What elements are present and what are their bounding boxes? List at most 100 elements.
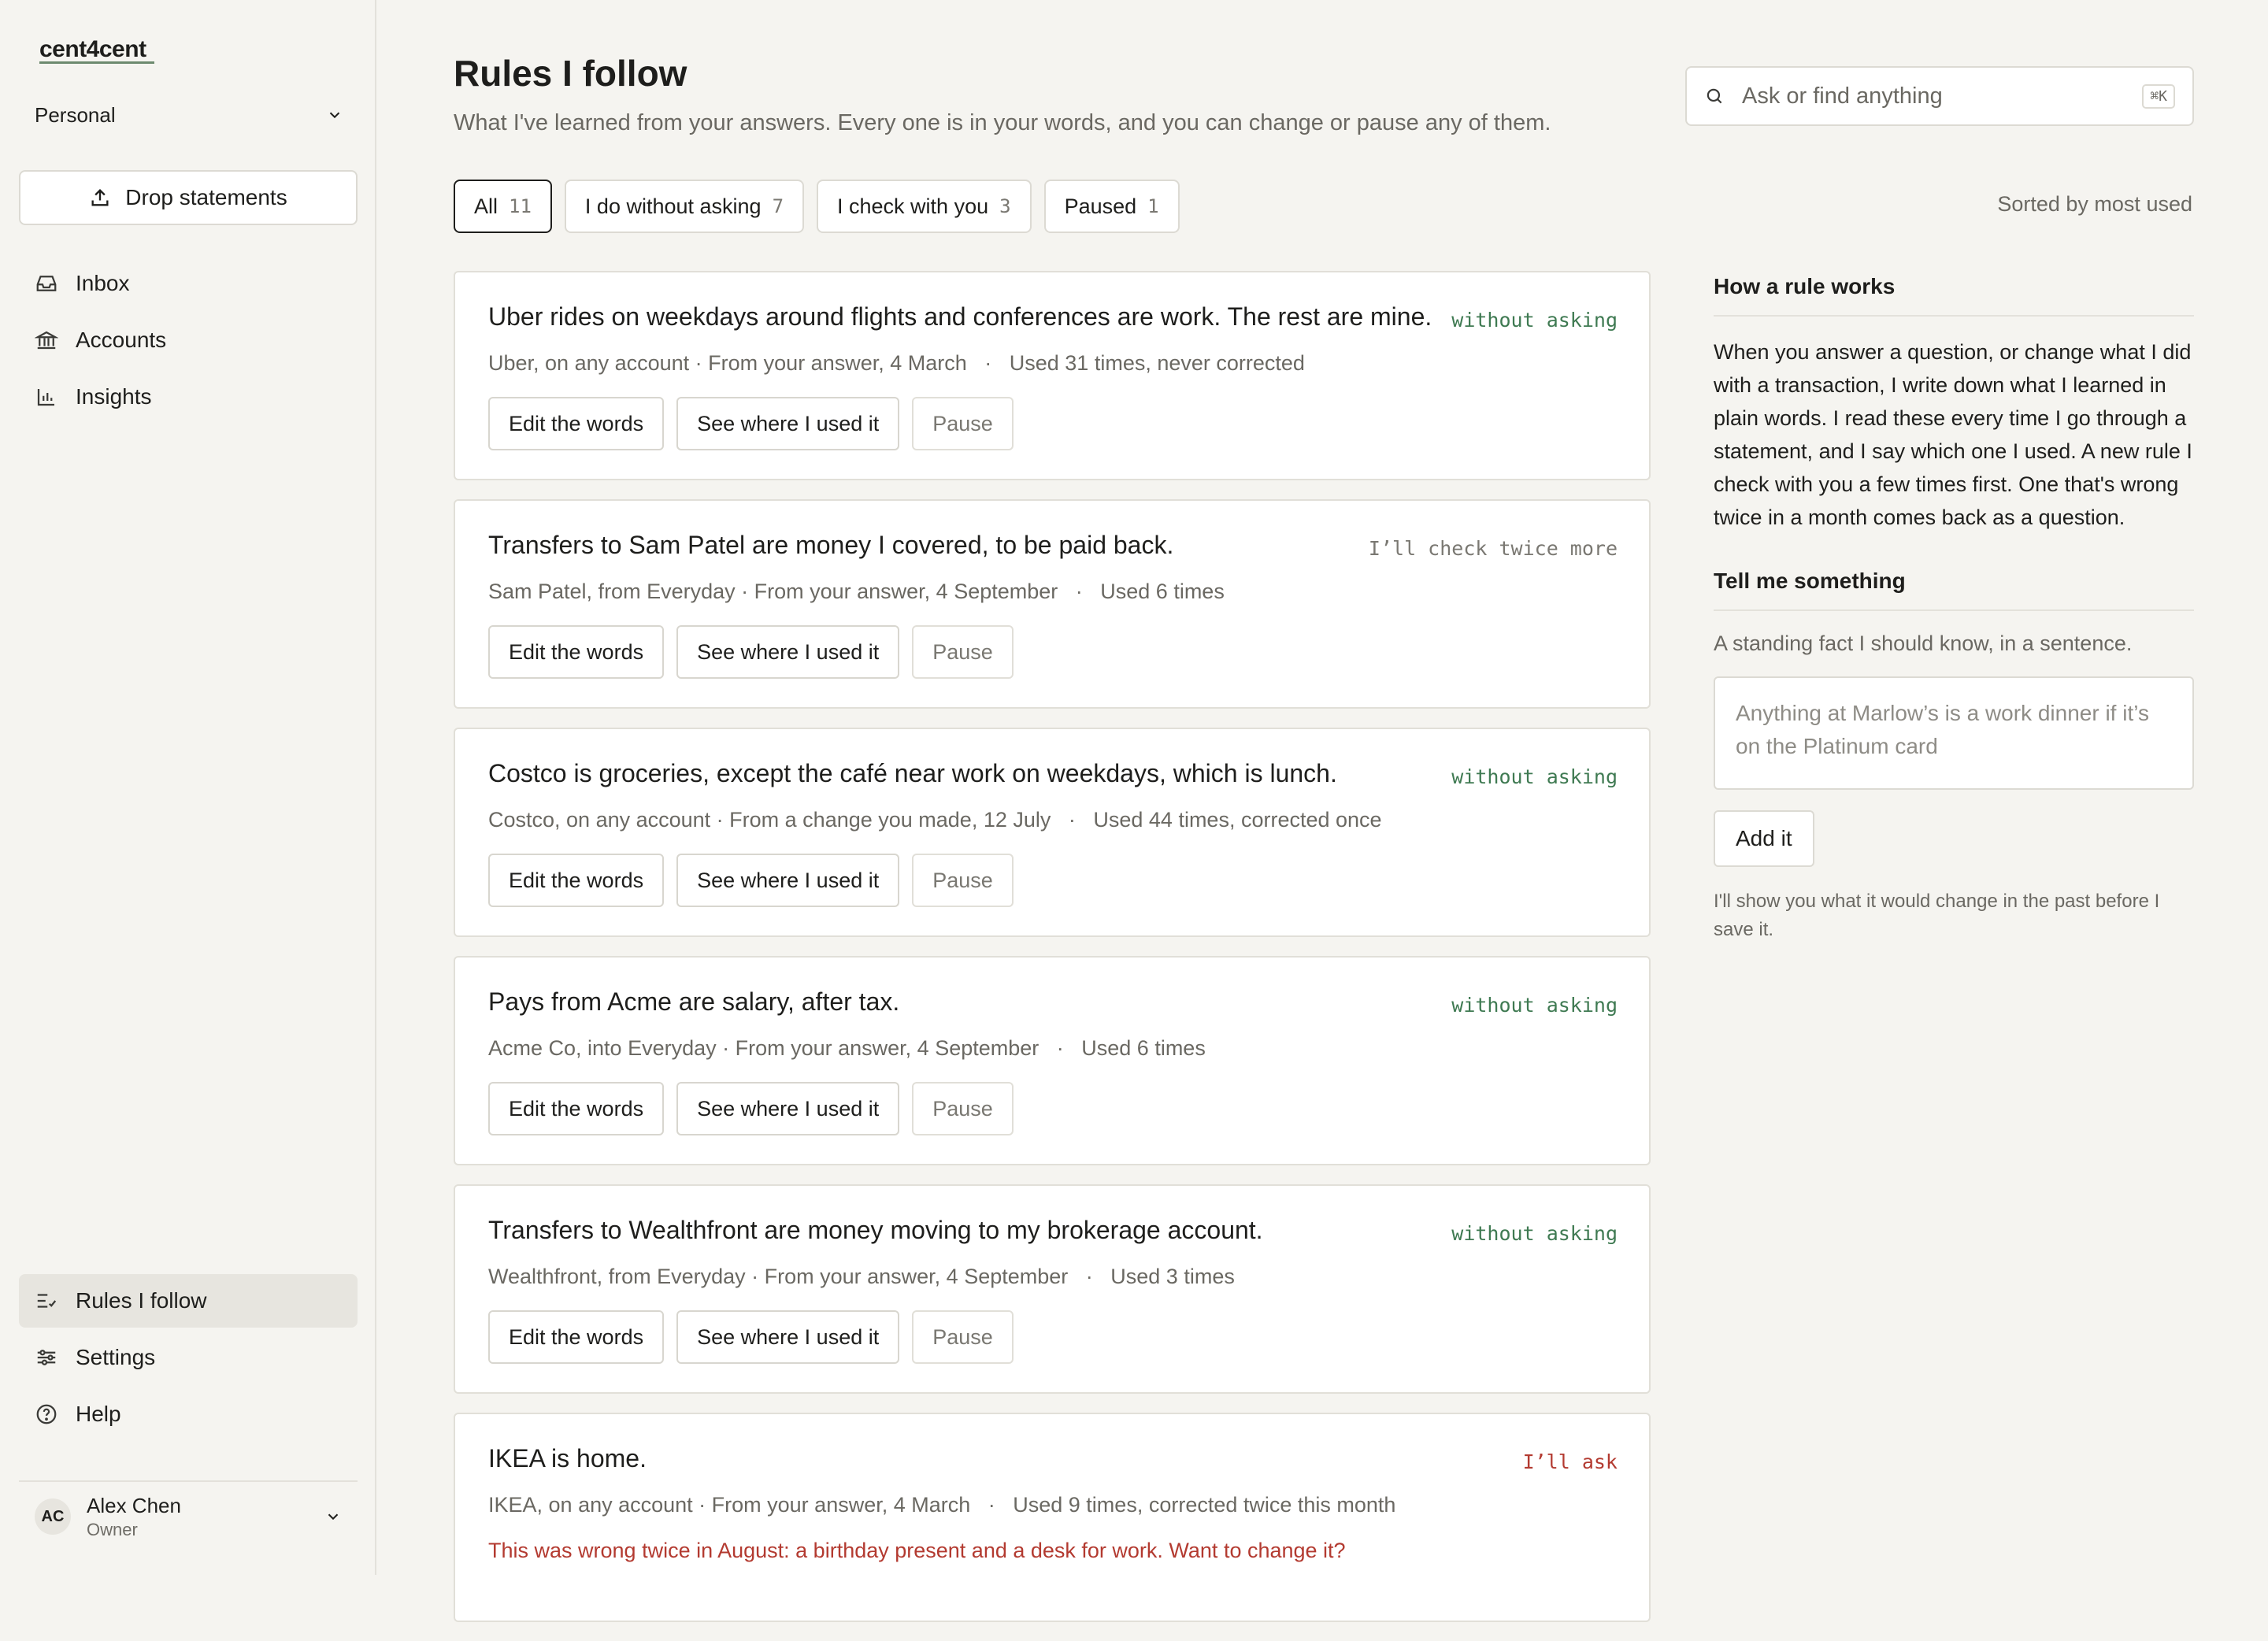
rules-list: Uber rides on weekdays around flights an… xyxy=(454,271,1651,1641)
see-usage-button[interactable]: See where I used it xyxy=(676,625,900,679)
rule-status: without asking xyxy=(1451,1222,1618,1245)
filter-label: Paused xyxy=(1064,194,1137,218)
nav-secondary: Rules I follow Settings Help xyxy=(19,1274,358,1444)
filter-without-asking[interactable]: I do without asking 7 xyxy=(564,180,805,233)
pause-button[interactable]: Pause xyxy=(912,854,1014,907)
rule-title: Costco is groceries, except the café nea… xyxy=(488,759,1337,787)
user-menu[interactable]: AC Alex Chen Owner xyxy=(19,1480,358,1543)
panel-heading-how: How a rule works xyxy=(1714,271,2194,317)
sliders-icon xyxy=(37,1350,56,1365)
edit-words-button[interactable]: Edit the words xyxy=(488,854,665,907)
rule-card: Pays from Acme are salary, after tax. wi… xyxy=(454,956,1651,1165)
rule-meta: IKEA, on any account · From your answer,… xyxy=(488,1493,1396,1517)
sort-indicator[interactable]: Sorted by most used xyxy=(1997,192,2192,217)
sidebar-item-rules[interactable]: Rules I follow xyxy=(19,1274,358,1328)
rule-actions: Edit the words See where I used it Pause xyxy=(488,625,1014,679)
rule-title: Uber rides on weekdays around flights an… xyxy=(488,302,1432,331)
drop-statements-label: Drop statements xyxy=(125,185,287,209)
panel-note: I'll show you what it would change in th… xyxy=(1714,891,2160,940)
rule-title: Transfers to Sam Patel are money I cover… xyxy=(488,531,1174,559)
filter-all[interactable]: All 11 xyxy=(454,180,552,233)
rule-title: Transfers to Wealthfront are money movin… xyxy=(488,1216,1263,1244)
rule-actions: Edit the words See where I used it Pause xyxy=(488,1082,1014,1135)
filter-label: All xyxy=(474,194,498,218)
sidebar-item-inbox[interactable]: Inbox xyxy=(19,257,358,310)
add-fact-button[interactable]: Add it xyxy=(1714,810,1814,867)
chevron-down-icon xyxy=(329,112,340,119)
pause-button[interactable]: Pause xyxy=(912,397,1014,450)
edit-words-button[interactable]: Edit the words xyxy=(488,1082,665,1135)
filter-paused[interactable]: Paused 1 xyxy=(1043,180,1180,233)
upload-icon xyxy=(91,189,109,206)
filter-label: I do without asking xyxy=(584,194,762,218)
rule-card: Uber rides on weekdays around flights an… xyxy=(454,271,1651,480)
filter-label: I check with you xyxy=(837,194,989,218)
fact-input[interactable] xyxy=(1734,695,2177,774)
sidebar-item-label: Accounts xyxy=(76,328,167,352)
pause-button[interactable]: Pause xyxy=(912,1082,1014,1135)
rule-status: without asking xyxy=(1451,765,1618,788)
pause-button[interactable]: Pause xyxy=(912,1310,1014,1364)
help-icon xyxy=(36,1404,57,1424)
rule-card: Costco is groceries, except the café nea… xyxy=(454,728,1651,937)
filter-count: 1 xyxy=(1147,195,1159,217)
drop-statements-button[interactable]: Drop statements xyxy=(19,170,358,225)
filter-check-with-you[interactable]: I check with you 3 xyxy=(817,180,1032,233)
panel-tell-hint: A standing fact I should know, in a sent… xyxy=(1714,632,2133,655)
sidebar: cent4cent Personal Drop statements Inbox… xyxy=(0,0,376,1575)
panel-heading-tell: Tell me something xyxy=(1714,565,2194,611)
shortcut-hint: ⌘K xyxy=(2142,83,2175,109)
logo-underline xyxy=(39,61,154,64)
chevron-down-icon xyxy=(328,1513,339,1521)
rule-meta: Acme Co, into Everyday · From your answe… xyxy=(488,1036,1206,1060)
rules-icon xyxy=(37,1294,57,1308)
sidebar-item-help[interactable]: Help xyxy=(19,1387,358,1441)
sidebar-item-settings[interactable]: Settings xyxy=(19,1331,358,1384)
rule-card: IKEA is home. I’ll ask IKEA, on any acco… xyxy=(454,1413,1651,1622)
workspace-switcher[interactable]: Personal xyxy=(35,98,343,132)
search-input[interactable] xyxy=(1740,82,2127,110)
sidebar-item-label: Insights xyxy=(76,384,152,409)
sidebar-item-label: Rules I follow xyxy=(76,1288,207,1313)
rule-title: IKEA is home. xyxy=(488,1444,647,1472)
inbox-icon xyxy=(36,276,57,291)
avatar: AC xyxy=(35,1498,71,1535)
filter-tabs: All 11 I do without asking 7 I check wit… xyxy=(454,180,1180,233)
bar-chart-icon xyxy=(37,389,54,406)
pause-button[interactable]: Pause xyxy=(912,625,1014,679)
sidebar-item-insights[interactable]: Insights xyxy=(19,370,358,424)
see-usage-button[interactable]: See where I used it xyxy=(676,1082,900,1135)
rule-card: Transfers to Sam Patel are money I cover… xyxy=(454,499,1651,709)
main-content: Rules I follow What I've learned from yo… xyxy=(376,0,2268,1622)
see-usage-button[interactable]: See where I used it xyxy=(676,397,900,450)
help-panel: How a rule works When you answer a quest… xyxy=(1714,271,2194,944)
rule-status: I’ll ask xyxy=(1522,1450,1618,1473)
sidebar-item-accounts[interactable]: Accounts xyxy=(19,313,358,367)
page-title: Rules I follow xyxy=(454,53,687,94)
edit-words-button[interactable]: Edit the words xyxy=(488,1310,665,1364)
sidebar-item-label: Settings xyxy=(76,1345,156,1369)
user-name: Alex Chen xyxy=(87,1493,181,1517)
rule-meta: Sam Patel, from Everyday · From your ans… xyxy=(488,580,1225,603)
search-bar[interactable]: ⌘K xyxy=(1685,66,2194,126)
fact-input-box[interactable] xyxy=(1714,676,2194,790)
rule-warning: This was wrong twice in August: a birthd… xyxy=(488,1539,1346,1562)
see-usage-button[interactable]: See where I used it xyxy=(676,854,900,907)
rule-card: Transfers to Wealthfront are money movin… xyxy=(454,1184,1651,1394)
edit-words-button[interactable]: Edit the words xyxy=(488,397,665,450)
see-usage-button[interactable]: See where I used it xyxy=(676,1310,900,1364)
filter-count: 3 xyxy=(999,195,1011,217)
rule-status: without asking xyxy=(1451,309,1618,332)
rule-actions: Edit the words See where I used it Pause xyxy=(488,1310,1014,1364)
panel-how-body: When you answer a question, or change wh… xyxy=(1714,340,2192,529)
rule-meta: Wealthfront, from Everyday · From your a… xyxy=(488,1265,1235,1288)
rule-status: I’ll check twice more xyxy=(1368,537,1618,560)
rule-actions: Edit the words See where I used it Pause xyxy=(488,397,1014,450)
rule-status: without asking xyxy=(1451,994,1618,1017)
workspace-label: Personal xyxy=(35,102,116,127)
filter-count: 11 xyxy=(509,195,532,217)
app-logo[interactable]: cent4cent xyxy=(39,36,146,63)
user-info: Alex Chen Owner xyxy=(87,1494,324,1540)
edit-words-button[interactable]: Edit the words xyxy=(488,625,665,679)
rule-meta: Uber, on any account · From your answer,… xyxy=(488,351,1305,375)
